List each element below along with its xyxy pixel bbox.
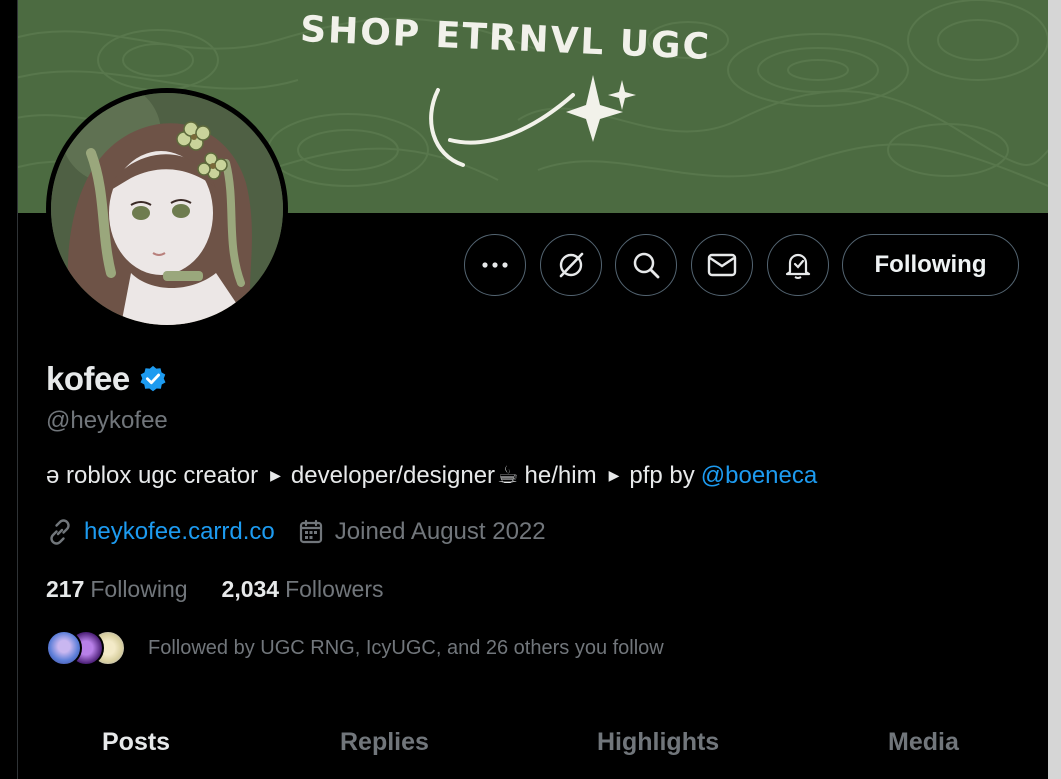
bio-mention-link[interactable]: @boeneca: [701, 462, 817, 490]
triangle-bullet-icon: ▶: [270, 467, 281, 483]
bio-text-3: he/him: [524, 461, 597, 489]
verified-badge-icon[interactable]: [138, 364, 168, 394]
tab-posts[interactable]: Posts: [102, 728, 170, 757]
display-name: kofee: [46, 360, 130, 397]
tab-highlights[interactable]: Highlights: [597, 728, 719, 757]
profile-avatar[interactable]: [46, 88, 288, 330]
bio-text-1: ə roblox ugc creator: [46, 461, 259, 489]
link-icon: [50, 519, 70, 545]
more-icon: [482, 262, 508, 268]
followers-count-link[interactable]: 2,034 Followers: [222, 576, 384, 603]
website-link[interactable]: heykofee.carrd.co: [84, 518, 275, 546]
more-button[interactable]: [464, 234, 526, 296]
following-count-link[interactable]: 217 Following: [46, 576, 188, 603]
bio-text-2: developer/designer: [290, 461, 496, 489]
joined-date: Joined August 2022: [334, 518, 546, 545]
following-button[interactable]: Following: [842, 234, 1019, 296]
triangle-bullet-icon: ▶: [608, 467, 620, 483]
tab-media[interactable]: Media: [888, 728, 959, 757]
following-count: 217: [46, 576, 85, 602]
bio-text-4: pfp by: [629, 461, 695, 489]
search-button[interactable]: [615, 234, 677, 296]
mini-avatar: [46, 630, 82, 666]
coffee-emoji-icon: ☕: [497, 462, 519, 489]
followed-by-avatars: [46, 628, 128, 668]
search-icon: [633, 252, 660, 279]
calendar-icon: [299, 519, 322, 544]
grok-button[interactable]: [540, 234, 602, 296]
message-button[interactable]: [691, 234, 753, 296]
notifications-button[interactable]: [767, 234, 829, 296]
column-divider: [17, 0, 18, 779]
following-label: Following: [90, 576, 188, 602]
avatar-illustration: [51, 93, 283, 325]
name-row: kofee: [46, 360, 168, 398]
grok-icon: [559, 252, 584, 278]
bell-icon: [785, 253, 811, 279]
mail-icon: [707, 253, 737, 277]
followers-label: Followers: [285, 576, 384, 602]
tab-replies[interactable]: Replies: [340, 728, 429, 757]
followed-by-row[interactable]: Followed by UGC RNG, IcyUGC, and 26 othe…: [46, 628, 664, 668]
profile-meta: heykofee.carrd.co Joined August 2022: [46, 518, 546, 546]
followers-count: 2,034: [221, 576, 280, 602]
profile-handle: @heykofee: [46, 407, 168, 434]
profile-page: SHOP ETRNVL UGC Following kofee @heykofe…: [0, 0, 1061, 779]
follow-counts: 217 Following 2,034 Followers: [46, 576, 384, 603]
profile-tabs: Posts Replies Highlights Media: [18, 700, 1048, 779]
profile-bio: ə roblox ugc creator ▶ developer/designe…: [46, 461, 817, 490]
followed-by-text: Followed by UGC RNG, IcyUGC, and 26 othe…: [148, 636, 664, 659]
window-right-edge: [1048, 0, 1061, 779]
